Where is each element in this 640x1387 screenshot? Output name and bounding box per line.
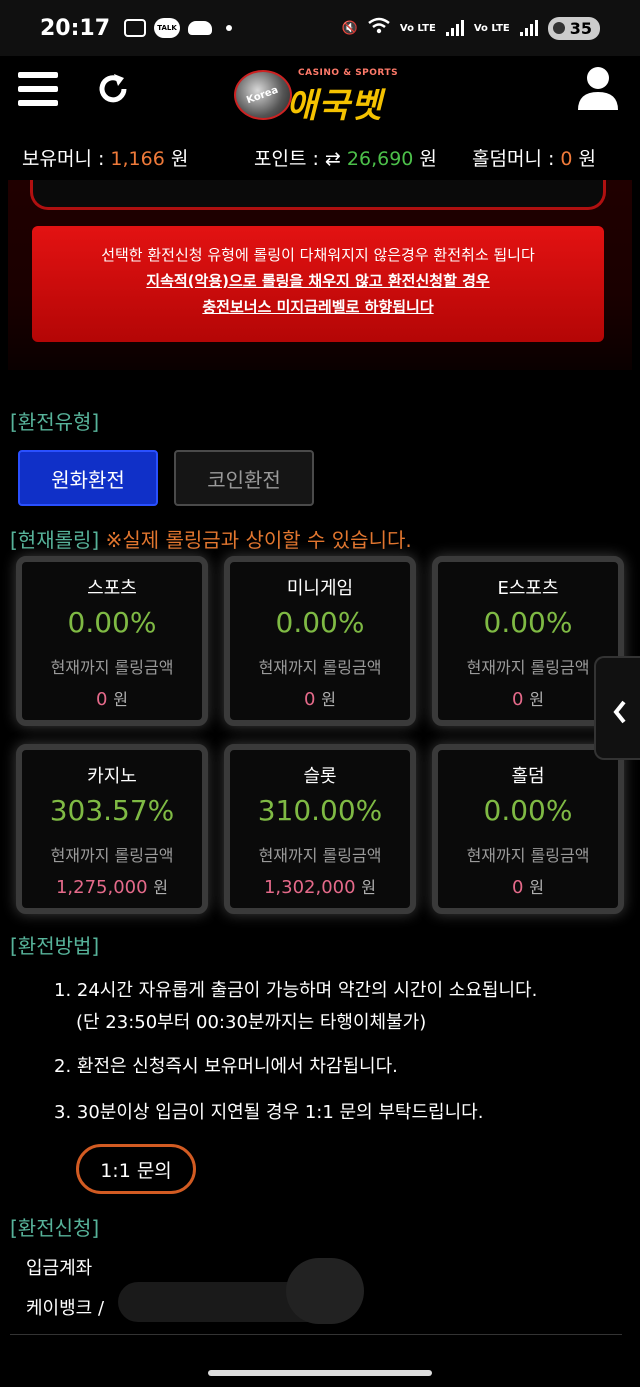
logo-ball-icon: Korea bbox=[234, 70, 292, 120]
method-heading: [환전방법] bbox=[10, 934, 100, 958]
wifi-icon bbox=[368, 17, 390, 39]
holdem-balance: 홀덤머니 : 0 원 bbox=[472, 148, 597, 170]
status-time: 20:17 bbox=[40, 15, 111, 41]
battery-icon: 35 bbox=[547, 16, 600, 40]
request-heading: [환전신청] bbox=[10, 1216, 100, 1240]
rolling-card-minigame: 미니게임 0.00% 현재까지 롤링금액 0 원 bbox=[224, 556, 416, 726]
exchange-type-heading: [환전유형] bbox=[10, 410, 100, 434]
notice-line-1: 선택한 환전신청 유형에 롤링이 다채워지지 않은경우 환전취소 됩니다 bbox=[101, 246, 535, 264]
rolling-notice: 선택한 환전신청 유형에 롤링이 다채워지지 않은경우 환전취소 됩니다 지속적… bbox=[32, 226, 604, 342]
mute-icon: 🔇 bbox=[341, 20, 358, 36]
gesture-nav-bar[interactable] bbox=[208, 1370, 432, 1376]
notice-line-2: 지속적(악용)으로 롤링을 채우지 않고 환전신청할 경우 bbox=[146, 272, 490, 290]
signal-icon-2 bbox=[519, 20, 538, 36]
panel-top-box bbox=[30, 180, 606, 210]
menu-icon[interactable] bbox=[18, 72, 58, 106]
kakaotalk-icon: TALK bbox=[154, 18, 181, 38]
money-balance: 보유머니 : 1,166 원 bbox=[22, 148, 189, 170]
divider bbox=[10, 1334, 622, 1335]
status-system-icons: 🔇 Vo LTE Vo LTE 35 bbox=[341, 16, 600, 40]
rolling-warning: ※실제 롤링금과 상이할 수 있습니다. bbox=[105, 528, 412, 552]
volte-label-2: Vo LTE bbox=[473, 22, 510, 34]
tab-coin-exchange[interactable]: 코인환전 bbox=[174, 450, 314, 506]
logo-tagline: CASINO & SPORTS bbox=[298, 68, 399, 78]
side-panel-toggle[interactable] bbox=[594, 656, 640, 760]
volte-label-1: Vo LTE bbox=[399, 22, 436, 34]
rolling-card-casino: 카지노 303.57% 현재까지 롤링금액 1,275,000 원 bbox=[16, 744, 208, 914]
method-item-3: 3. 30분이상 입금이 지연될 경우 1:1 문의 부탁드립니다. bbox=[54, 1102, 484, 1123]
rolling-card-slot: 슬롯 310.00% 현재까지 롤링금액 1,302,000 원 bbox=[224, 744, 416, 914]
cloud-icon bbox=[188, 21, 213, 35]
method-item-2: 2. 환전은 신청즉시 보유머니에서 차감됩니다. bbox=[54, 1056, 398, 1077]
more-notifications-dot-icon bbox=[226, 25, 233, 31]
signal-icon-1 bbox=[445, 20, 464, 36]
app-header: Korea CASINO & SPORTS 애국벳 bbox=[0, 56, 640, 132]
rolling-card-holdem: 홀덤 0.00% 현재까지 롤링금액 0 원 bbox=[432, 744, 624, 914]
deposit-account-label: 입금계좌 bbox=[26, 1258, 93, 1279]
status-notification-icons: TALK bbox=[124, 18, 233, 38]
inquiry-button[interactable]: 1:1 문의 bbox=[76, 1144, 196, 1194]
money-value: 1,166 bbox=[110, 148, 165, 170]
system-status-bar: 20:17 TALK 🔇 Vo LTE Vo LTE 35 bbox=[0, 0, 640, 56]
tab-krw-exchange[interactable]: 원화환전 bbox=[18, 450, 158, 506]
rolling-card-sports: 스포츠 0.00% 현재까지 롤링금액 0 원 bbox=[16, 556, 208, 726]
bank-label: 케이뱅크 / bbox=[26, 1298, 105, 1319]
user-profile-icon[interactable] bbox=[578, 66, 618, 110]
holdem-value: 0 bbox=[560, 148, 573, 170]
notice-panel: 선택한 환전신청 유형에 롤링이 다채워지지 않은경우 환전취소 됩니다 지속적… bbox=[8, 180, 632, 370]
point-value: 26,690 bbox=[346, 148, 414, 170]
rolling-heading: [현재롤링] ※실제 롤링금과 상이할 수 있습니다. bbox=[10, 528, 412, 552]
point-balance[interactable]: 포인트 : ⇄ 26,690 원 bbox=[254, 144, 437, 171]
chevron-left-icon bbox=[613, 700, 626, 724]
balance-bar: 보유머니 : 1,166 원 포인트 : ⇄ 26,690 원 홀덤머니 : 0… bbox=[0, 132, 640, 180]
method-item-1: 1. 24시간 자유롭게 출금이 가능하며 약간의 시간이 소요됩니다. bbox=[54, 980, 538, 1001]
method-item-1-note: (단 23:50부터 00:30분까지는 타행이체불가) bbox=[76, 1012, 427, 1033]
screenshot-icon bbox=[124, 19, 147, 37]
logo-text: 애국벳 bbox=[286, 86, 383, 126]
refresh-icon[interactable] bbox=[96, 72, 130, 106]
notice-line-3: 충전보너스 미지급레벨로 하향됩니다 bbox=[202, 298, 434, 316]
redacted-mark bbox=[286, 1258, 364, 1324]
site-logo[interactable]: Korea CASINO & SPORTS 애국벳 bbox=[234, 60, 404, 128]
